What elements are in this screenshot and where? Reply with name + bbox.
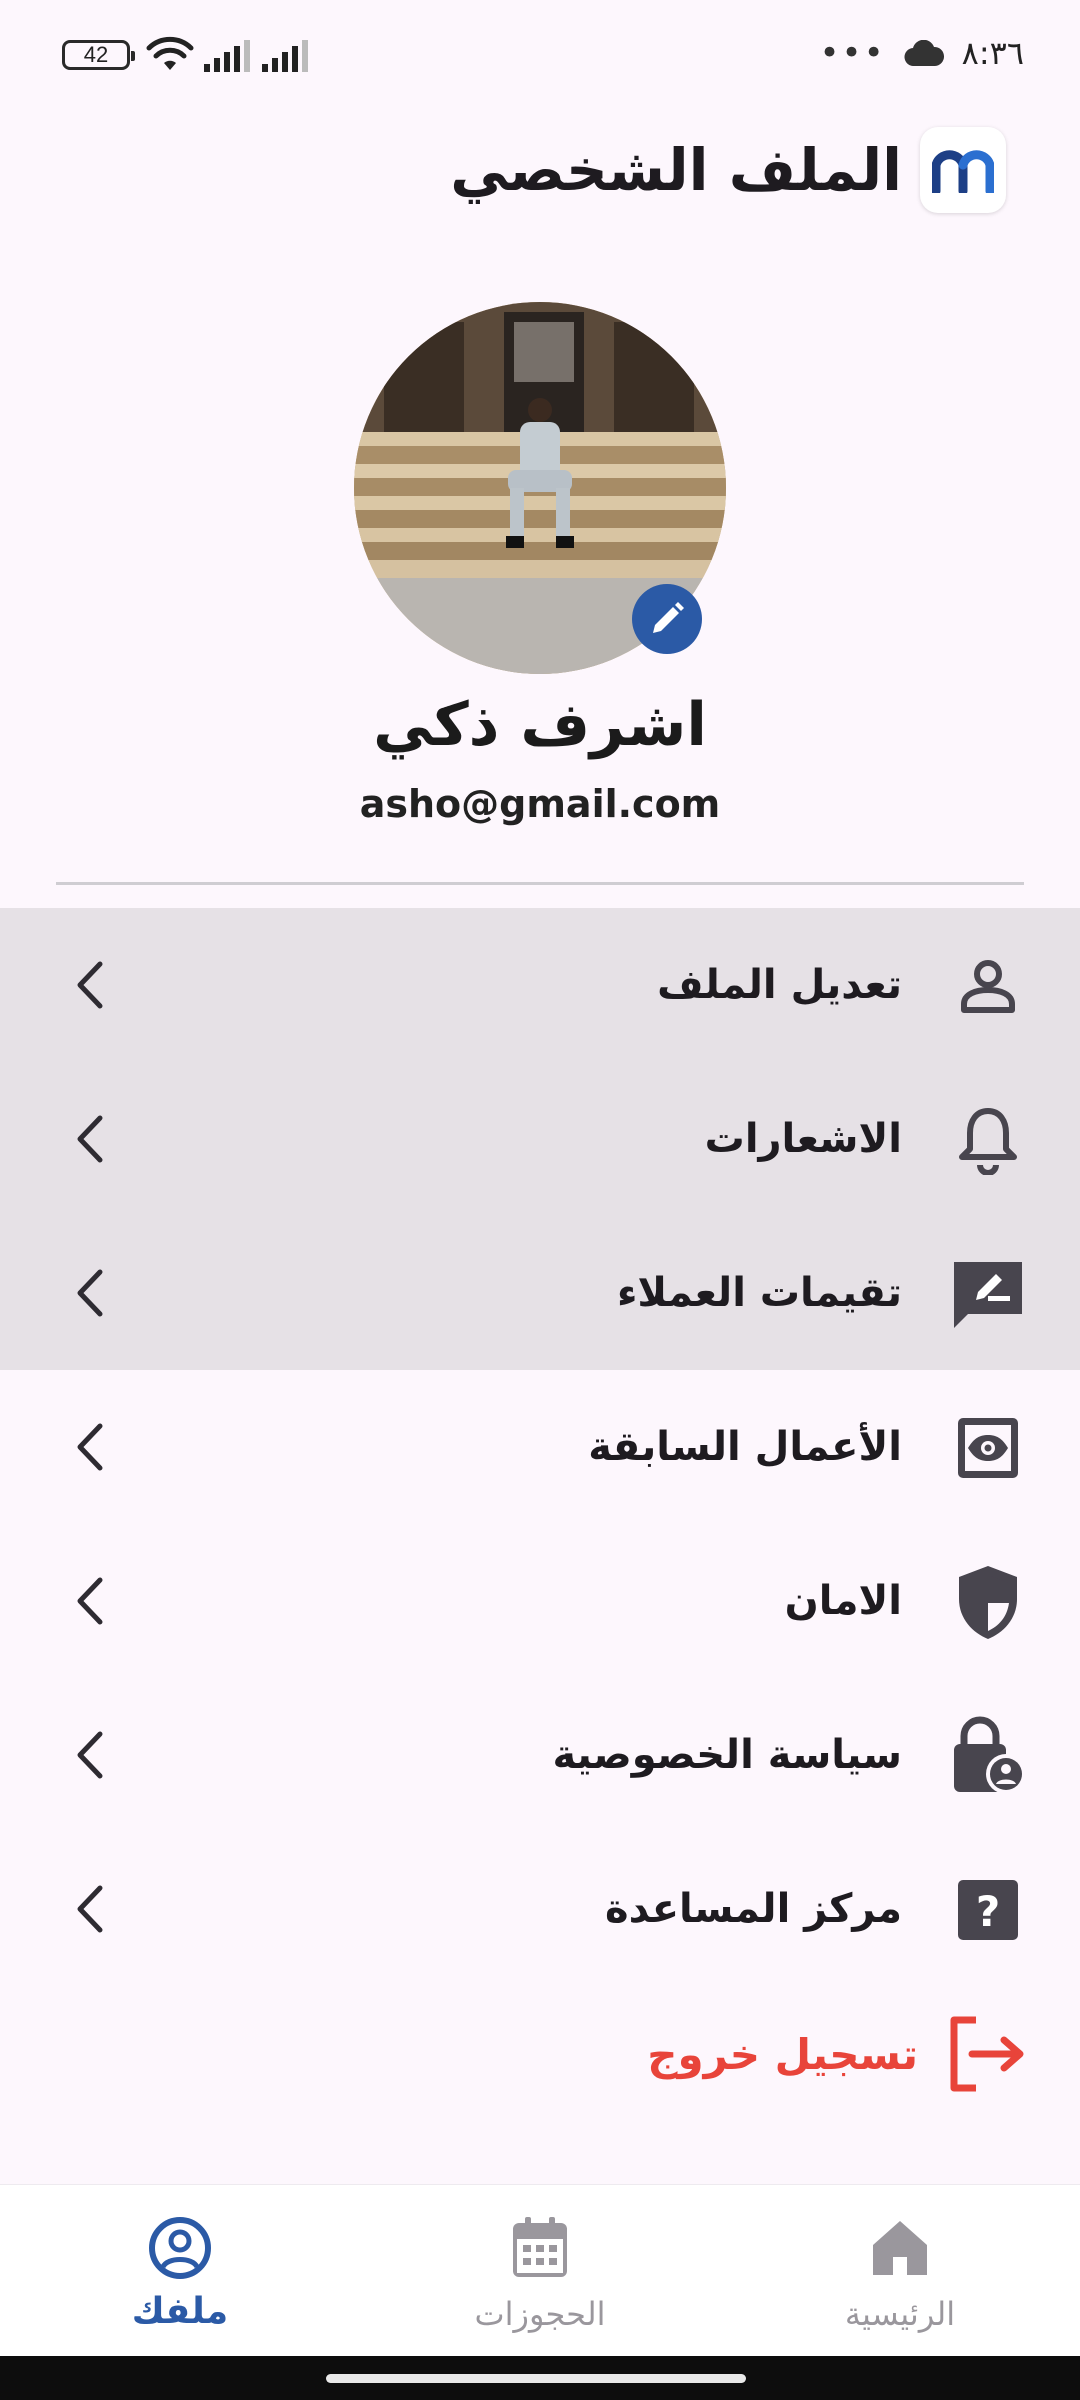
rate-review-icon [948,1254,1028,1334]
menu-item-edit-profile[interactable]: تعديل الملف [0,908,1080,1062]
help-box-icon: ? [948,1870,1028,1950]
chevron-left-icon [77,1885,103,1933]
lock-person-icon [948,1716,1028,1796]
bell-icon [948,1100,1028,1180]
avatar-container [354,302,726,674]
menu-item-label: تقيمات العملاء [616,1270,902,1316]
pencil-icon [653,602,684,633]
chevron-left-icon [77,1577,103,1625]
home-icon [873,2221,927,2275]
battery-icon: 42 [62,40,135,70]
clock: ٨:٣٦ [961,34,1024,72]
page-title: الملف الشخصي [450,136,902,204]
bottom-navigation: ملفك الحجوزات الرئيسية [0,2184,1080,2356]
nav-tab-home[interactable]: الرئيسية [750,2215,1050,2355]
eye-card-icon [948,1408,1028,1488]
app-logo [920,127,1006,213]
menu-item-label: الامان [784,1578,902,1624]
chevron-left-icon [77,1269,103,1317]
battery-level: 42 [83,42,109,67]
chevron-left-icon [77,961,103,1009]
logout-icon [950,2016,1024,2092]
menu-item-previous-work[interactable]: الأعمال السابقة [0,1370,1080,1524]
shield-icon [948,1562,1028,1642]
profile-email: asho@gmail.com [359,782,721,826]
wifi-icon [146,36,194,70]
status-bar: 42 ••• ٨:٣٦ [0,0,1080,110]
menu-item-privacy-policy[interactable]: سياسة الخصوصية [0,1678,1080,1832]
person-outline-icon [948,946,1028,1026]
more-notifications-icon: ••• [819,33,886,73]
nav-tab-profile[interactable]: ملفك [30,2215,330,2355]
menu-item-customer-reviews[interactable]: تقيمات العملاء [0,1216,1080,1370]
menu-item-label: سياسة الخصوصية [552,1732,903,1778]
logo-m-icon [932,150,994,193]
menu-item-label: مركز المساعدة [604,1886,902,1932]
menu-item-label: الأعمال السابقة [588,1424,902,1470]
settings-menu: تعديل الملف الاشعارات تقيمات العملاء الأ… [0,908,1080,1986]
chevron-left-icon [77,1423,103,1471]
status-right: ••• ٨:٣٦ [819,28,1024,78]
menu-item-notifications[interactable]: الاشعارات [0,1062,1080,1216]
chevron-left-icon [77,1731,103,1779]
nav-tab-label: الرئيسية [844,2295,956,2333]
logout-label: تسجيل خروج [647,2029,918,2079]
header: الملف الشخصي [450,122,1006,218]
profile-name: اشرف ذكي [373,690,707,760]
svg-text:?: ? [976,1887,1000,1936]
nav-tab-label: ملفك [131,2291,229,2332]
menu-item-security[interactable]: الامان [0,1524,1080,1678]
nav-tab-label: الحجوزات [474,2295,606,2333]
signal-icon [262,40,308,72]
menu-item-label: تعديل الملف [657,962,902,1008]
signal-icon [204,40,250,72]
logout-button[interactable]: تسجيل خروج [647,2004,1028,2104]
nav-tab-bookings[interactable]: الحجوزات [390,2215,690,2355]
account-circle-icon [149,2217,211,2279]
cloud-icon [904,40,944,66]
divider [56,882,1024,885]
calendar-icon [513,2217,567,2277]
edit-avatar-button[interactable] [632,584,702,654]
menu-item-label: الاشعارات [704,1116,902,1162]
system-gesture-area [0,2356,1080,2400]
home-gesture-handle[interactable] [326,2374,746,2383]
menu-item-help-center[interactable]: ? مركز المساعدة [0,1832,1080,1986]
chevron-left-icon [77,1115,103,1163]
